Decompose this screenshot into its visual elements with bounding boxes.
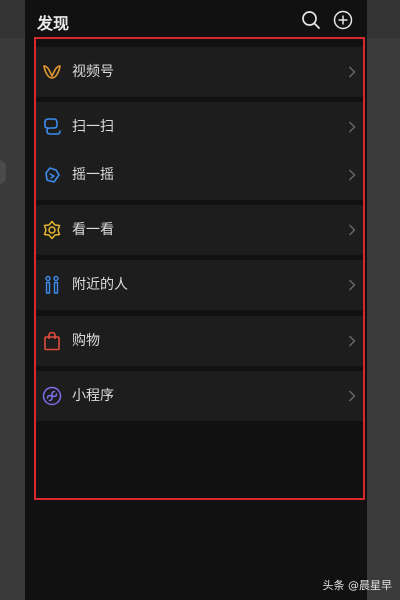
- mini-program-icon: [42, 386, 62, 406]
- shopping-bag-icon: [44, 331, 60, 351]
- chevron-right-icon: [349, 335, 356, 347]
- chevron-right-icon: [349, 279, 356, 291]
- menu-item-label: 小程序: [72, 388, 114, 404]
- chevron-right-icon: [349, 169, 356, 181]
- search-icon[interactable]: [301, 10, 321, 30]
- menu-item-label: 摇一摇: [72, 167, 114, 183]
- discover-panel: 发现 视频号 扫一扫 摇一摇 看一看 附近的人 购物 小程序: [25, 0, 367, 600]
- channels-icon: [43, 65, 61, 79]
- menu-item-top-stories[interactable]: 看一看: [36, 205, 364, 255]
- chevron-right-icon: [349, 66, 356, 78]
- background-right-bar: [367, 0, 400, 38]
- people-nearby-icon: [45, 275, 59, 294]
- menu-item-people-nearby[interactable]: 附近的人: [36, 260, 364, 310]
- menu-item-mini-programs[interactable]: 小程序: [36, 371, 364, 421]
- plus-circle-icon[interactable]: [333, 10, 353, 30]
- header: 发现: [25, 0, 367, 44]
- chevron-right-icon: [349, 224, 356, 236]
- background-left: [0, 0, 25, 600]
- menu-item-label: 附近的人: [72, 277, 128, 293]
- background-handle: [0, 160, 6, 184]
- top-stories-icon: [43, 220, 61, 240]
- background-left-bar: [0, 0, 25, 38]
- scan-icon: [44, 118, 61, 135]
- chevron-right-icon: [349, 121, 356, 133]
- background-right: [367, 0, 400, 600]
- menu-item-channels[interactable]: 视频号: [36, 47, 364, 97]
- menu-item-label: 看一看: [72, 222, 114, 238]
- shake-icon: [45, 167, 60, 183]
- chevron-right-icon: [349, 390, 356, 402]
- menu-item-shake[interactable]: 摇一摇: [36, 150, 364, 200]
- menu-item-label: 视频号: [72, 64, 114, 80]
- menu-item-scan[interactable]: 扫一扫: [36, 102, 364, 152]
- page-title: 发现: [37, 14, 70, 33]
- menu-item-shopping[interactable]: 购物: [36, 316, 364, 366]
- watermark: 头条 @晨星早: [322, 579, 393, 592]
- menu-item-label: 扫一扫: [72, 119, 114, 135]
- menu-item-label: 购物: [72, 333, 100, 349]
